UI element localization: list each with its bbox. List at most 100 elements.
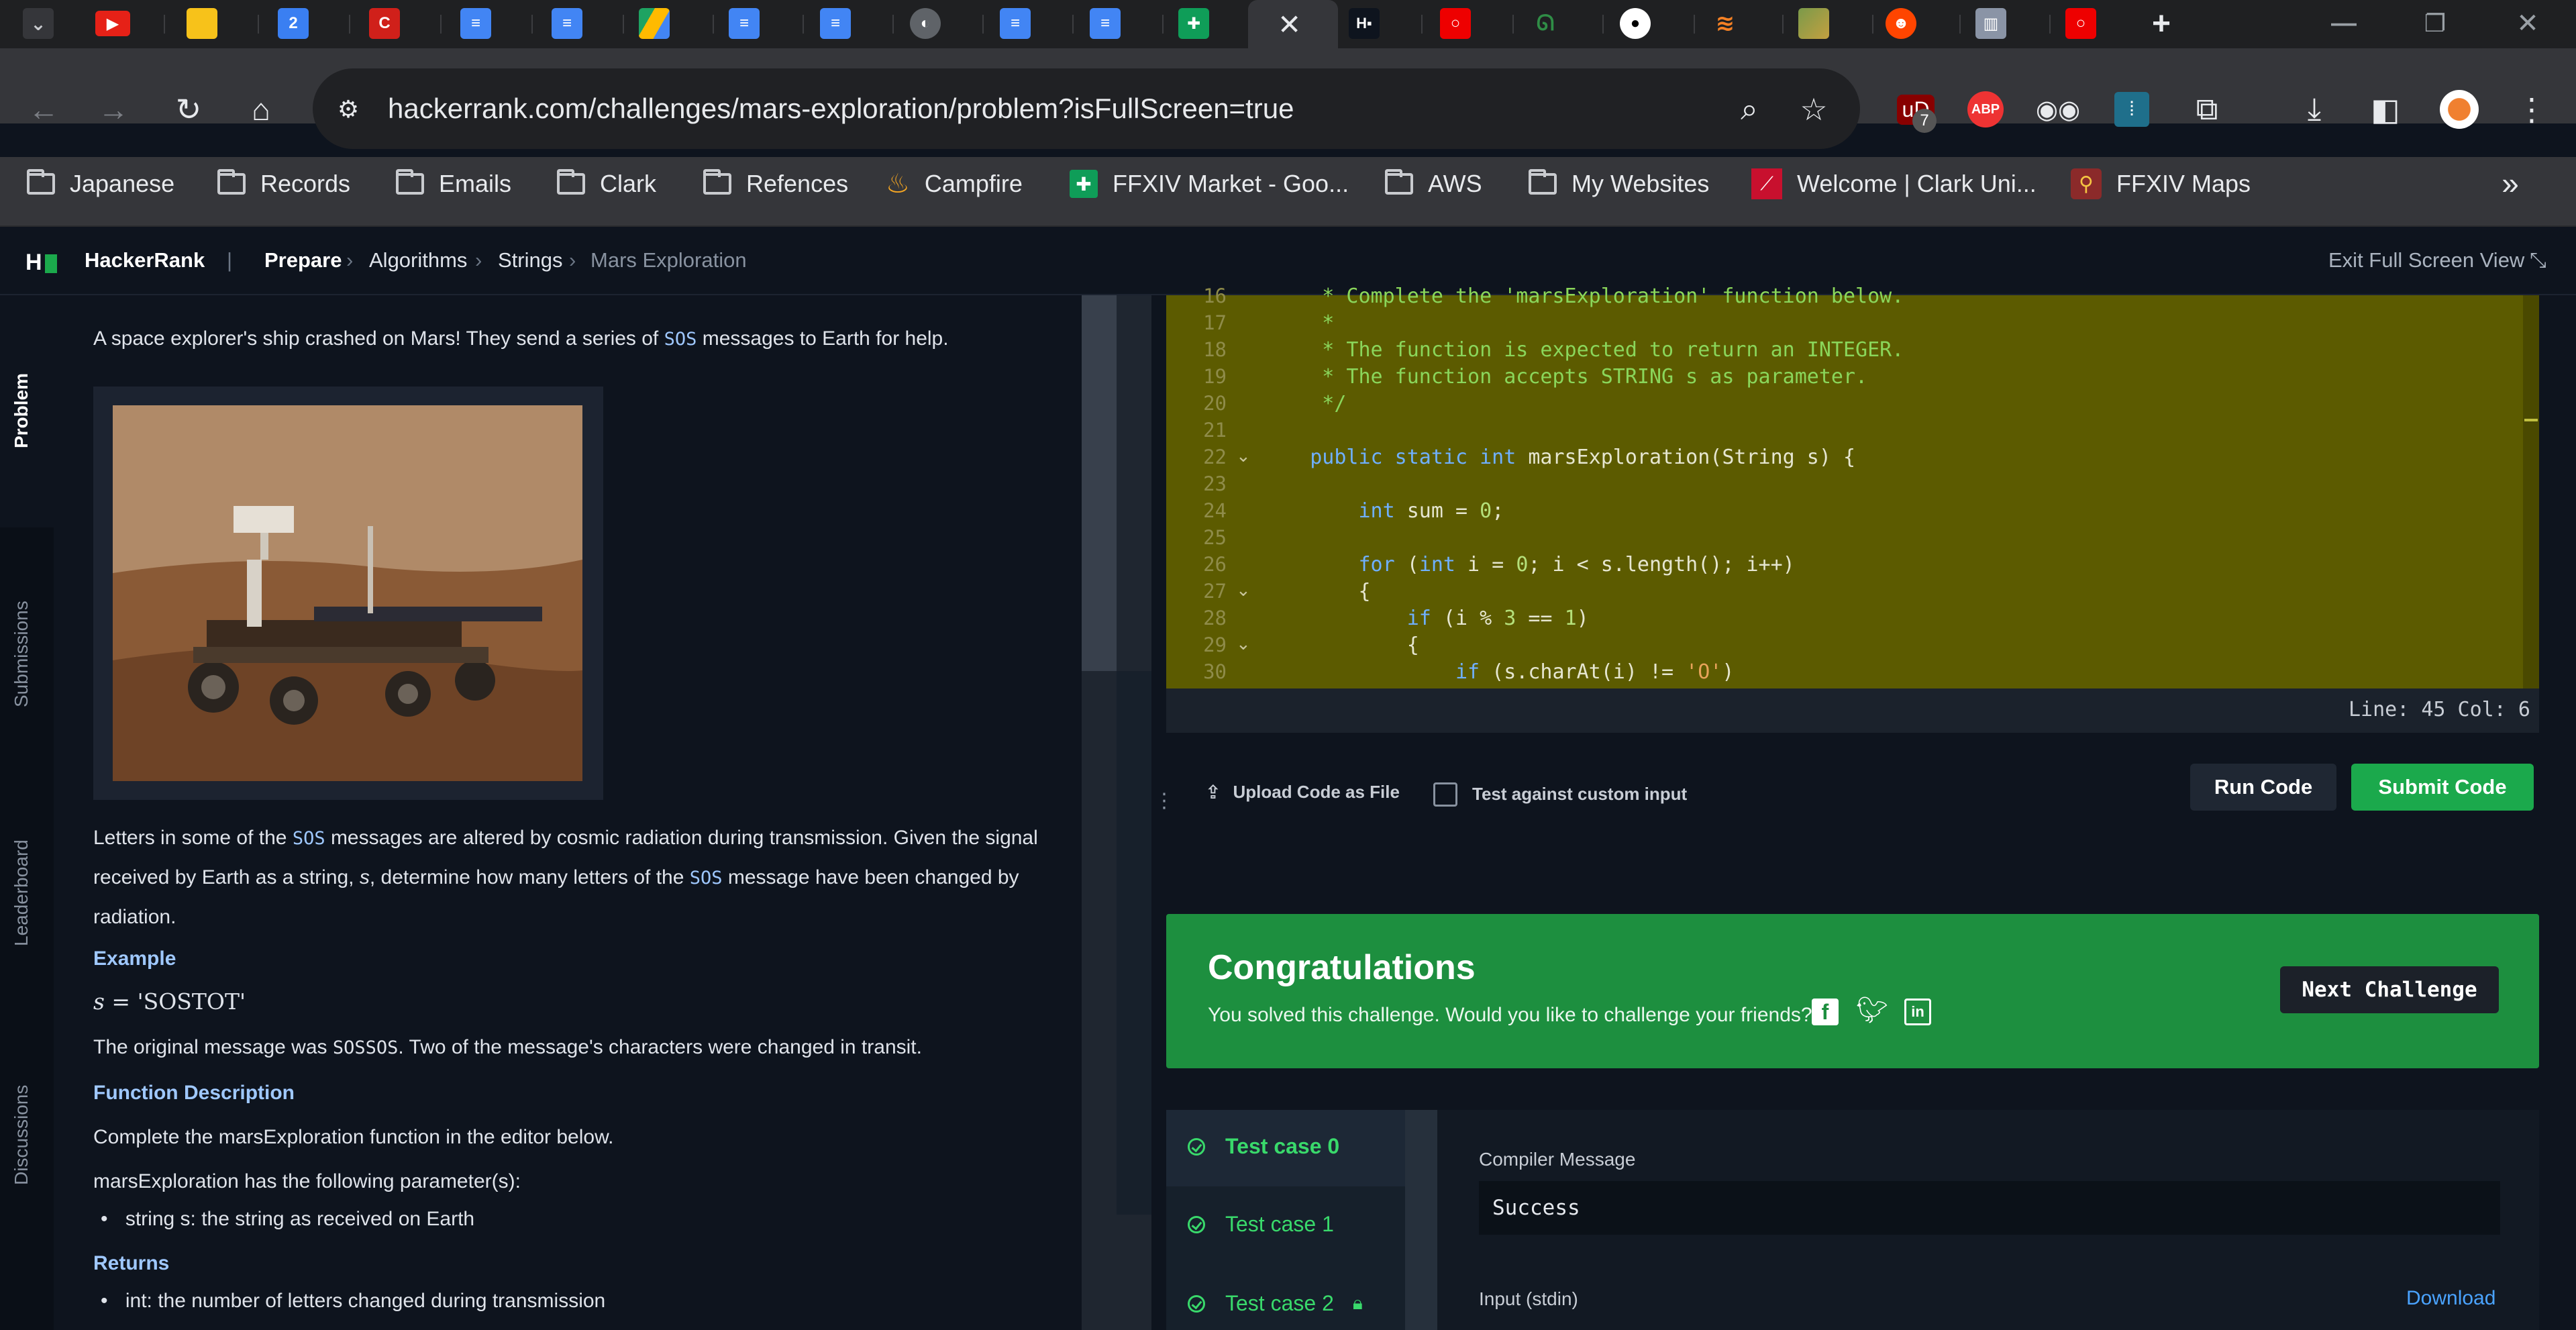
submit-code-button[interactable]: Submit Code — [2351, 764, 2534, 811]
bookmark-aws[interactable]: AWS — [1385, 166, 1482, 201]
breadcrumb-prepare[interactable]: Prepare — [264, 248, 342, 272]
bookmark-my-websites[interactable]: My Websites — [1529, 166, 1709, 201]
linkedin-icon[interactable]: in — [1904, 999, 1931, 1025]
breadcrumb-strings[interactable]: Strings — [498, 248, 562, 272]
exit-full-screen-link[interactable]: Exit Full Screen View — [2328, 248, 2524, 272]
test-case-1[interactable]: Test case 1 — [1188, 1212, 1334, 1237]
function-description-text: Complete the marsExploration function in… — [93, 1126, 614, 1148]
reload-icon[interactable]: ↻ — [165, 86, 212, 133]
upload-code-button[interactable]: ⇪ Upload Code as File — [1205, 781, 1400, 803]
forward-icon[interactable]: → — [90, 86, 137, 133]
test-case-0[interactable]: Test case 0 — [1188, 1134, 1339, 1159]
download-link[interactable]: Download — [2406, 1287, 2495, 1310]
test-case-2[interactable]: Test case 2 🔒︎ — [1188, 1291, 1363, 1316]
collapse-icon[interactable]: ⤡ — [2530, 248, 2546, 273]
drive-tab-icon[interactable] — [639, 8, 670, 39]
sheets-tab-icon[interactable]: ✚ — [1178, 8, 1209, 39]
image-tab-icon[interactable] — [1798, 8, 1829, 39]
code-line: * Complete the 'marsExploration' functio… — [1261, 285, 1904, 308]
twitter-icon[interactable]: 🐦︎ — [1856, 996, 1888, 1025]
reader-tab-icon[interactable]: ▥ — [1975, 8, 2006, 39]
panel-splitter[interactable] — [1151, 295, 1166, 1330]
zoom-search-icon[interactable]: ⌕ — [1726, 86, 1773, 133]
oracle-tab-icon[interactable]: ○ — [2065, 8, 2096, 39]
profile-avatar[interactable] — [2436, 86, 2483, 133]
tab-search-icon[interactable]: ⌄ — [23, 8, 54, 39]
close-tab-icon[interactable]: ✕ — [1278, 8, 1301, 41]
tab-leaderboard[interactable]: Leaderboard — [11, 832, 40, 946]
github-tab-icon[interactable]: ● — [1620, 8, 1651, 39]
back-icon[interactable]: ← — [20, 86, 67, 133]
youtube-tab-icon[interactable]: ▶ — [95, 11, 130, 36]
globe-tab-icon[interactable]: ◐ — [910, 8, 941, 39]
compiler-message-value: Success — [1492, 1196, 1580, 1220]
brand-name[interactable]: HackerRank — [85, 248, 205, 272]
keep-tab-icon[interactable] — [187, 8, 217, 39]
bookmark-emails[interactable]: Emails — [396, 166, 511, 201]
bookmarks-overflow-icon[interactable]: » — [2487, 160, 2534, 207]
tab-discussions[interactable]: Discussions — [11, 1078, 40, 1185]
menu-kebab-icon[interactable]: ⋮ — [2508, 86, 2555, 133]
docs-tab-icon[interactable]: ≡ — [552, 8, 582, 39]
bookmark-refences[interactable]: Refences — [703, 166, 848, 201]
line-number: 17 — [1203, 311, 1227, 334]
editor-scrollbar[interactable] — [2523, 295, 2539, 688]
bookmark-ffxiv-maps[interactable]: ⚲ FFXIV Maps — [2071, 166, 2251, 201]
window-close-icon[interactable]: ✕ — [2512, 8, 2543, 39]
new-tab-icon[interactable]: + — [2146, 6, 2177, 42]
docs-tab-icon[interactable]: ≡ — [1000, 8, 1031, 39]
restore-icon[interactable]: ❐ — [2420, 8, 2451, 39]
bookmark-clark-university[interactable]: ⟋ Welcome | Clark Uni... — [1751, 166, 2037, 201]
reddit-tab-icon[interactable]: ☻ — [1886, 8, 1916, 39]
header-separator: | — [227, 248, 233, 272]
bookmark-records[interactable]: Records — [217, 166, 350, 201]
next-challenge-button[interactable]: Next Challenge — [2280, 966, 2499, 1013]
active-tab[interactable]: ✕ — [1248, 0, 1338, 48]
hackerrank-tab-icon[interactable]: H▪ — [1349, 8, 1380, 39]
calendar-tab-icon[interactable]: 2 — [278, 8, 309, 39]
bookmark-clark[interactable]: Clark — [557, 166, 656, 201]
drag-handle-icon[interactable]: ⋮ — [1154, 789, 1174, 813]
c-tab-icon[interactable]: C — [369, 8, 400, 39]
download-icon[interactable]: ⤓ — [2291, 86, 2338, 133]
hackerrank-logo[interactable]: H — [25, 250, 57, 276]
site-settings-icon[interactable]: ⚙ — [325, 86, 372, 133]
side-panel-icon[interactable]: ◧ — [2362, 86, 2409, 133]
tab-submissions[interactable]: Submissions — [11, 593, 40, 707]
docs-tab-icon[interactable]: ≡ — [729, 8, 760, 39]
bookmark-star-icon[interactable]: ☆ — [1790, 86, 1837, 133]
bookmark-ffxiv-market[interactable]: ✚ FFXIV Market - Goo... — [1070, 166, 1349, 201]
fold-chevron-icon[interactable]: ⌄ — [1236, 633, 1251, 654]
url-text[interactable]: hackerrank.com/challenges/mars-explorati… — [388, 93, 1294, 125]
glasses-extension-icon[interactable]: ◉◉ — [2034, 86, 2081, 133]
problem-scrollbar-thumb[interactable] — [1082, 295, 1117, 671]
docs-tab-icon[interactable]: ≡ — [820, 8, 851, 39]
fold-chevron-icon[interactable]: ⌄ — [1236, 580, 1251, 601]
facebook-icon[interactable]: f — [1812, 999, 1839, 1025]
return-item: • int: the number of letters changed dur… — [101, 1290, 606, 1312]
parameters-text: marsExploration has the following parame… — [93, 1170, 521, 1192]
extensions-puzzle-icon[interactable]: ⧉ — [2183, 86, 2230, 133]
home-icon[interactable]: ⌂ — [238, 86, 285, 133]
bookmark-japanese[interactable]: Japanese — [27, 166, 174, 201]
folder-icon — [27, 169, 55, 195]
parameter-item: • string s: the string as received on Ea… — [101, 1208, 475, 1230]
minimize-icon[interactable]: — — [2328, 8, 2359, 39]
custom-input-label[interactable]: Test against custom input — [1472, 784, 1687, 805]
stackoverflow-tab-icon[interactable]: ≋ — [1710, 8, 1741, 39]
gfg-tab-icon[interactable]: ᘏ — [1530, 8, 1561, 39]
code-line: { — [1261, 580, 1371, 603]
check-circle-icon — [1188, 1137, 1205, 1156]
test-list-scroll[interactable] — [1405, 1110, 1437, 1330]
fold-chevron-icon[interactable]: ⌄ — [1236, 446, 1251, 466]
oracle-tab-icon[interactable]: ○ — [1440, 8, 1471, 39]
run-code-button[interactable]: Run Code — [2190, 764, 2336, 811]
adblock-plus-icon[interactable]: ABP — [1962, 86, 2009, 133]
custom-input-checkbox[interactable] — [1433, 782, 1457, 807]
docs-tab-icon[interactable]: ≡ — [460, 8, 491, 39]
bar-extension-icon[interactable]: ⁞ — [2108, 86, 2155, 133]
docs-tab-icon[interactable]: ≡ — [1090, 8, 1121, 39]
tab-problem[interactable]: Problem — [11, 368, 40, 448]
bookmark-campfire[interactable]: ♨ Campfire — [886, 166, 1023, 201]
breadcrumb-algorithms[interactable]: Algorithms — [369, 248, 467, 272]
